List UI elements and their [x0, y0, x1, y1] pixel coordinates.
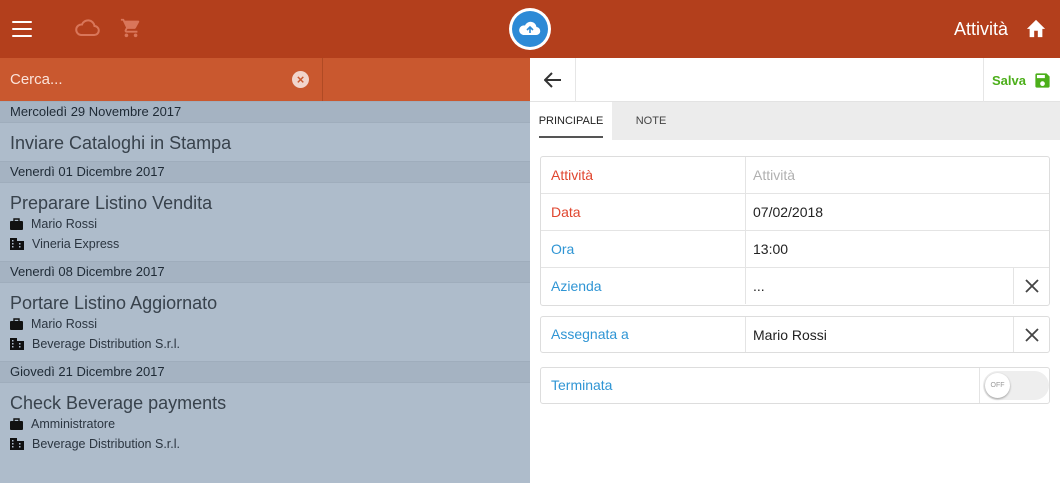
toggle-knob: OFF: [985, 373, 1010, 398]
date-group-header: Giovedì 21 Dicembre 2017: [0, 361, 530, 383]
building-icon: [10, 238, 24, 250]
company-name: Beverage Distribution S.r.l.: [32, 337, 180, 351]
save-button[interactable]: Salva: [983, 58, 1060, 102]
date-group-header: Venerdì 01 Dicembre 2017: [0, 161, 530, 183]
briefcase-icon: [10, 318, 23, 330]
list-item[interactable]: Preparare Listino Vendita Mario Rossi Vi…: [0, 183, 530, 261]
cloud-sync-logo-icon: [512, 11, 548, 47]
top-app-bar: Attività: [0, 0, 1060, 58]
list-item-company: Vineria Express: [10, 234, 520, 254]
azienda-label: Azienda: [551, 278, 602, 294]
detail-tabs: PRINCIPALE NOTE: [530, 102, 1060, 140]
person-name: Mario Rossi: [31, 217, 97, 231]
list-item-title: Preparare Listino Vendita: [10, 193, 213, 213]
field-row-assegnata: Assegnata a: [541, 317, 1049, 352]
data-label: Data: [551, 204, 581, 220]
activity-list-panel: × Mercoledì 29 Novembre 2017 Inviare Cat…: [0, 58, 530, 483]
activity-detail-panel: Salva PRINCIPALE NOTE Attività Data Ora …: [530, 58, 1060, 483]
cart-icon[interactable]: [120, 17, 142, 39]
completed-toggle[interactable]: OFF: [983, 371, 1049, 400]
field-row-attivita: Attività: [541, 157, 1049, 194]
list-item-person: Mario Rossi: [10, 314, 520, 334]
date-group-header: Mercoledì 29 Novembre 2017: [0, 101, 530, 123]
field-row-terminata: Terminata OFF: [541, 368, 1049, 403]
building-icon: [10, 338, 24, 350]
home-icon[interactable]: [1025, 18, 1047, 38]
list-item[interactable]: Portare Listino Aggiornato Mario Rossi B…: [0, 283, 530, 361]
date-field[interactable]: [745, 194, 1049, 230]
company-name: Beverage Distribution S.r.l.: [32, 437, 180, 451]
attivita-field[interactable]: [745, 157, 1049, 193]
company-name: Vineria Express: [32, 237, 120, 251]
back-button[interactable]: [530, 58, 576, 102]
clear-company-button[interactable]: [1013, 268, 1049, 304]
clear-assignee-button[interactable]: [1013, 317, 1049, 352]
briefcase-icon: [10, 418, 23, 430]
completed-toggle-cell: OFF: [979, 368, 1049, 403]
list-item-title: Inviare Cataloghi in Stampa: [10, 133, 232, 153]
list-item-person: Mario Rossi: [10, 214, 520, 234]
attivita-label: Attività: [551, 167, 594, 183]
save-button-label: Salva: [992, 72, 1026, 88]
page-title: Attività: [953, 19, 1008, 39]
hamburger-menu-icon[interactable]: [12, 21, 32, 37]
close-icon: [1024, 327, 1039, 342]
list-item-company: Beverage Distribution S.r.l.: [10, 434, 520, 454]
close-icon: [1024, 279, 1039, 293]
search-input[interactable]: [0, 58, 323, 101]
briefcase-icon: [10, 218, 23, 230]
app-logo: [509, 8, 551, 50]
person-name: Mario Rossi: [31, 317, 97, 331]
cloud-icon[interactable]: [74, 17, 100, 39]
assignee-field[interactable]: [745, 317, 1017, 352]
list-item-title: Check Beverage payments: [10, 393, 227, 413]
completed-group: Terminata OFF: [540, 367, 1050, 404]
field-row-ora: Ora: [541, 231, 1049, 268]
assignee-group: Assegnata a: [540, 316, 1050, 353]
field-row-data: Data: [541, 194, 1049, 231]
tab-principale[interactable]: PRINCIPALE: [530, 102, 612, 140]
person-name: Amministratore: [31, 417, 116, 431]
tab-note[interactable]: NOTE: [626, 102, 676, 140]
date-group-header: Venerdì 08 Dicembre 2017: [0, 261, 530, 283]
detail-toolbar: Salva: [530, 58, 1060, 102]
ora-label: Ora: [551, 241, 575, 257]
list-item-person: Amministratore: [10, 414, 520, 434]
list-item[interactable]: Inviare Cataloghi in Stampa: [0, 123, 530, 161]
building-icon: [10, 438, 24, 450]
floppy-disk-icon: [1035, 72, 1050, 88]
assegnata-label: Assegnata a: [551, 326, 629, 342]
list-item-title: Portare Listino Aggiornato: [10, 293, 218, 313]
company-field[interactable]: [745, 268, 1017, 304]
activity-list: Mercoledì 29 Novembre 2017 Inviare Catal…: [0, 101, 530, 461]
field-row-azienda: Azienda: [541, 268, 1049, 305]
list-item-company: Beverage Distribution S.r.l.: [10, 334, 520, 354]
search-bar: ×: [0, 58, 530, 101]
main-fields-group: Attività Data Ora Azienda: [540, 156, 1050, 306]
time-field[interactable]: [745, 231, 1049, 267]
list-item[interactable]: Check Beverage payments Amministratore B…: [0, 383, 530, 461]
arrow-left-icon: [543, 72, 561, 88]
terminata-label: Terminata: [551, 377, 613, 393]
clear-search-icon[interactable]: ×: [292, 71, 309, 88]
